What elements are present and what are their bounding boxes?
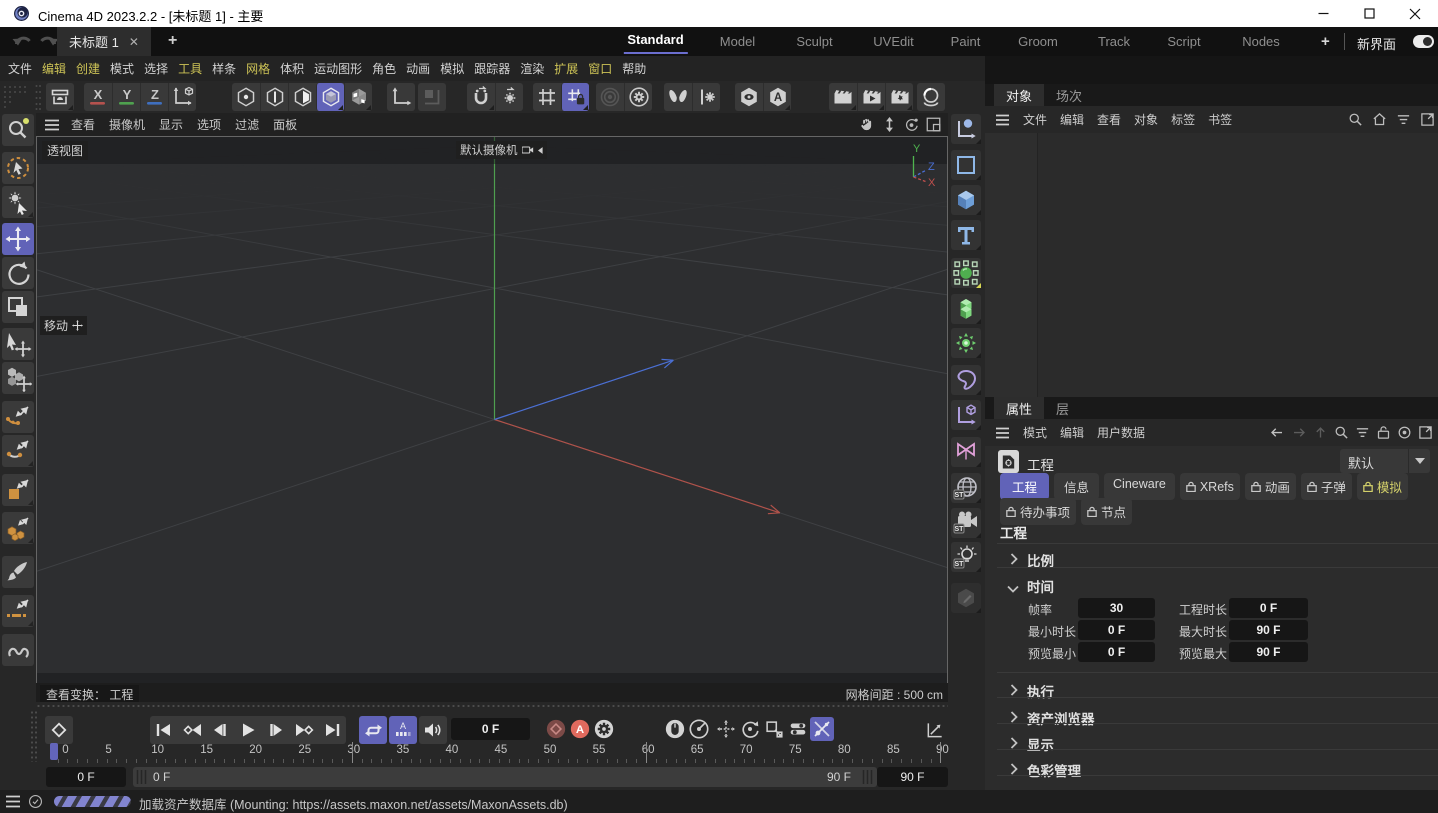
svg-text:Y: Y (122, 87, 131, 102)
svg-text:A: A (773, 92, 781, 104)
svg-text:X: X (928, 177, 936, 189)
svg-text:Z: Z (151, 87, 159, 102)
svg-text:Z: Z (928, 161, 935, 173)
svg-text:ST: ST (955, 561, 965, 568)
svg-text:ST: ST (955, 492, 965, 499)
svg-text:X: X (94, 87, 103, 102)
svg-text:Y: Y (913, 143, 921, 155)
svg-text:A: A (400, 721, 406, 731)
svg-text:ST: ST (955, 526, 965, 533)
svg-text:A: A (576, 724, 584, 736)
